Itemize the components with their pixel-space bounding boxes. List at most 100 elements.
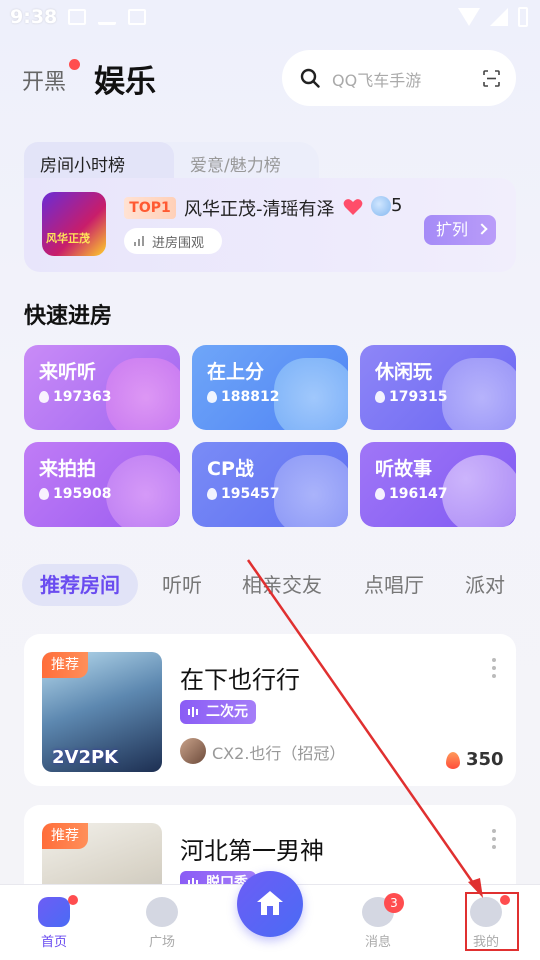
headphones-icon xyxy=(106,358,180,430)
tab-listen[interactable]: 听听 xyxy=(162,564,202,606)
room-card[interactable]: 推荐 2V2PK 在下也行行 二次元 CX2.也行（招冠） 350 xyxy=(24,634,516,786)
quick-card-count: 179315 xyxy=(389,389,448,405)
status-time: 9:38 xyxy=(10,6,58,28)
quick-card-label: 来听听 xyxy=(39,361,97,383)
more-options-icon[interactable] xyxy=(492,658,496,678)
tab-hourly-rank[interactable]: 房间小时榜 xyxy=(24,142,174,182)
system-icons xyxy=(458,7,528,27)
tab-dating[interactable]: 相亲交友 xyxy=(242,564,322,606)
expand-button[interactable]: 扩列 xyxy=(424,215,496,245)
tab-kaihei-dot xyxy=(69,59,80,70)
category-tabs: 推荐房间 听听 相亲交友 点唱厅 派对 xyxy=(22,564,540,608)
room-cover[interactable]: 推荐 2V2PK xyxy=(42,652,162,772)
search-input[interactable]: QQ飞车手游 xyxy=(332,67,421,91)
tab-party[interactable]: 派对 xyxy=(465,564,505,606)
gamepad-icon xyxy=(38,897,70,927)
host-name: CX2.也行（招冠） xyxy=(212,744,346,763)
quick-card-label: 来拍拍 xyxy=(39,458,97,480)
quick-enter-grid: 来听听 197363 在上分 188812 休闲玩 179315 来拍拍 195… xyxy=(24,345,516,527)
room-tag: 二次元 xyxy=(180,700,256,724)
gamepad-icon xyxy=(442,358,516,430)
room-thumbnail-text: 风华正茂 xyxy=(46,232,90,245)
room-tag-label: 二次元 xyxy=(206,704,248,720)
quick-card-count: 195908 xyxy=(53,486,112,502)
quick-enter-title: 快速进房 xyxy=(24,304,113,329)
cp-icon xyxy=(274,455,348,527)
audio-wave-icon xyxy=(188,707,200,717)
quick-card-label: 休闲玩 xyxy=(375,361,433,383)
drop-icon xyxy=(207,488,217,500)
quick-card-count-row: 195908 xyxy=(39,486,111,502)
search-box[interactable]: QQ飞车手游 xyxy=(282,50,516,106)
wifi-icon xyxy=(458,8,480,26)
nav-messages-label: 消息 xyxy=(364,935,391,950)
tab-recommended-rooms[interactable]: 推荐房间 xyxy=(22,564,138,606)
drop-icon xyxy=(39,391,49,403)
moon-icon xyxy=(442,455,516,527)
drop-icon xyxy=(375,488,385,500)
quick-card-count: 196147 xyxy=(389,486,448,502)
signal-bars-icon xyxy=(134,236,146,246)
quick-card-pat[interactable]: 来拍拍 195908 xyxy=(24,442,180,527)
tab-yule[interactable]: 娱乐 xyxy=(94,56,156,101)
status-bar: 9:38 xyxy=(0,0,540,36)
tab-karaoke[interactable]: 点唱厅 xyxy=(364,564,424,606)
quick-card-count-row: 188812 xyxy=(207,389,279,405)
quick-card-label: 在上分 xyxy=(207,361,265,383)
bottom-nav: 首页 广场 消息 3 我的 xyxy=(0,871,540,960)
avatar xyxy=(180,738,206,764)
image-icon xyxy=(68,9,86,25)
battery-icon xyxy=(518,7,528,27)
nav-square[interactable]: 广场 xyxy=(122,885,202,960)
quick-card-count-row: 195457 xyxy=(207,486,279,502)
center-home-button[interactable] xyxy=(237,871,303,937)
download-icon xyxy=(98,9,116,25)
notification-icons xyxy=(68,9,146,25)
quick-card-cp[interactable]: CP战 195457 xyxy=(192,442,348,527)
quick-card-count: 197363 xyxy=(53,389,112,405)
plus-one-icon xyxy=(106,455,180,527)
tab-charm-rank[interactable]: 爱意/魅力榜 xyxy=(154,142,319,182)
room-name: 河北第一男神 xyxy=(180,837,324,865)
ranking-card: 爱意/魅力榜 房间小时榜 风华正茂 TOP1 风华正茂-清瑶有泽 5 进房围观 … xyxy=(24,142,516,272)
nav-messages[interactable]: 消息 xyxy=(338,885,418,960)
quick-card-rank[interactable]: 在上分 188812 xyxy=(192,345,348,430)
nav-home-label: 首页 xyxy=(40,935,67,950)
tab-charm-rank-label: 爱意/魅力榜 xyxy=(190,156,281,176)
tab-hourly-rank-label: 房间小时榜 xyxy=(40,156,125,176)
app-icon xyxy=(128,9,146,25)
hot-count: 350 xyxy=(466,749,504,770)
quick-card-count-row: 179315 xyxy=(375,389,447,405)
quick-card-casual[interactable]: 休闲玩 179315 xyxy=(360,345,516,430)
signal-icon xyxy=(490,8,508,26)
nav-home[interactable]: 首页 xyxy=(14,885,94,960)
nav-home-dot xyxy=(68,895,78,905)
cover-banner: 2V2PK xyxy=(52,747,119,768)
home-icon xyxy=(257,891,283,915)
quick-card-label: 听故事 xyxy=(375,458,433,480)
highlight-box xyxy=(465,892,519,951)
quick-card-story[interactable]: 听故事 196147 xyxy=(360,442,516,527)
tab-kaihei[interactable]: 开黑 xyxy=(22,64,66,96)
nav-square-label: 广场 xyxy=(148,935,175,950)
watch-room-label: 进房围观 xyxy=(152,236,205,251)
scan-icon[interactable] xyxy=(483,70,500,87)
mic-icon xyxy=(371,196,391,216)
drop-icon xyxy=(207,391,217,403)
recommend-badge: 推荐 xyxy=(42,652,88,678)
fire-icon xyxy=(446,752,460,769)
room-thumbnail[interactable]: 风华正茂 xyxy=(42,192,106,256)
search-icon xyxy=(300,68,320,88)
room-name: 在下也行行 xyxy=(180,666,300,694)
quick-card-count-row: 197363 xyxy=(39,389,111,405)
chevron-right-icon xyxy=(476,223,488,235)
top-header: 开黑 娱乐 QQ飞车手游 xyxy=(0,50,540,110)
quick-card-listen[interactable]: 来听听 197363 xyxy=(24,345,180,430)
watch-room-button[interactable]: 进房围观 xyxy=(124,228,222,254)
more-options-icon[interactable] xyxy=(492,829,496,849)
quick-card-label: CP战 xyxy=(207,458,254,480)
drop-icon xyxy=(39,488,49,500)
rank-count: 5 xyxy=(391,195,403,216)
quick-card-count: 188812 xyxy=(221,389,280,405)
ranking-body[interactable]: 风华正茂 TOP1 风华正茂-清瑶有泽 5 进房围观 扩列 xyxy=(24,178,516,272)
